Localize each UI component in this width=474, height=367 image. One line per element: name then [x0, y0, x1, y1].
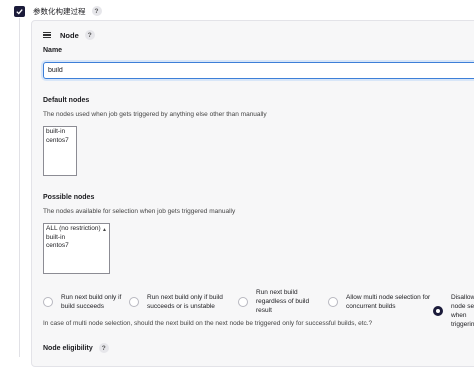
- radio-option-succeeds[interactable]: Run next build only if build succeeds: [43, 293, 128, 311]
- top-checkbox-row: 参数化构建过程 ?: [14, 4, 102, 18]
- radio-button-selected[interactable]: [433, 306, 443, 316]
- radio-option-unstable[interactable]: Run next build only if build succeeds or…: [129, 293, 229, 311]
- node-eligibility-label: Node eligibility: [43, 344, 93, 352]
- possible-nodes-label: Possible nodes: [43, 194, 95, 201]
- checkmark-icon: [16, 8, 23, 15]
- parameterized-checkbox[interactable]: [14, 5, 25, 17]
- panel-title: Node: [60, 30, 79, 40]
- scroll-up-icon[interactable]: ▲: [102, 226, 107, 235]
- radio-label: Run next build only if build succeeds or…: [147, 294, 223, 310]
- default-nodes-label: Default nodes: [43, 97, 90, 104]
- help-icon[interactable]: ?: [84, 30, 95, 40]
- drag-handle-icon[interactable]: [43, 32, 51, 38]
- default-nodes-description: The nodes used when job gets triggered b…: [43, 111, 267, 118]
- list-item[interactable]: ALL (no restriction): [46, 225, 107, 234]
- possible-nodes-listbox[interactable]: ▲ ALL (no restriction) built-in centos7: [43, 223, 110, 274]
- panel-header: Node ?: [43, 30, 95, 40]
- help-icon[interactable]: ?: [98, 343, 109, 353]
- parameterized-label: 参数化构建过程: [33, 6, 86, 16]
- help-icon[interactable]: ?: [91, 6, 102, 16]
- section-divider: [19, 18, 20, 357]
- node-eligibility-row: Node eligibility ?: [43, 343, 109, 353]
- default-nodes-listbox[interactable]: built-in centos7: [43, 126, 77, 176]
- list-item[interactable]: centos7: [46, 242, 107, 251]
- radio-option-regardless[interactable]: Run next build regardless of build resul…: [238, 288, 326, 315]
- radio-button[interactable]: [238, 296, 248, 307]
- list-item[interactable]: centos7: [46, 137, 74, 146]
- radio-label: Run next build only if build succeeds: [61, 294, 122, 310]
- radio-label: Run next build regardless of build resul…: [256, 289, 310, 314]
- list-item[interactable]: built-in: [46, 234, 107, 243]
- name-label: Name: [43, 47, 63, 54]
- possible-nodes-description: The nodes available for selection when j…: [43, 208, 236, 215]
- radio-option-multi-node[interactable]: Allow multi node selection for concurren…: [328, 293, 433, 311]
- radio-label: Disallow multi node selection when trigg…: [451, 294, 474, 328]
- radio-button[interactable]: [328, 297, 338, 307]
- radio-option-disallow[interactable]: Disallow multi node selection when trigg…: [433, 293, 474, 329]
- trigger-radio-group: Run next build only if build succeeds Ru…: [43, 288, 474, 328]
- list-item[interactable]: built-in: [46, 128, 74, 137]
- radio-button[interactable]: [43, 297, 53, 307]
- name-input[interactable]: [43, 62, 474, 79]
- radio-label: Allow multi node selection for concurren…: [346, 294, 431, 310]
- trigger-help-text: In case of multi node selection, should …: [43, 320, 373, 327]
- radio-button[interactable]: [129, 297, 139, 307]
